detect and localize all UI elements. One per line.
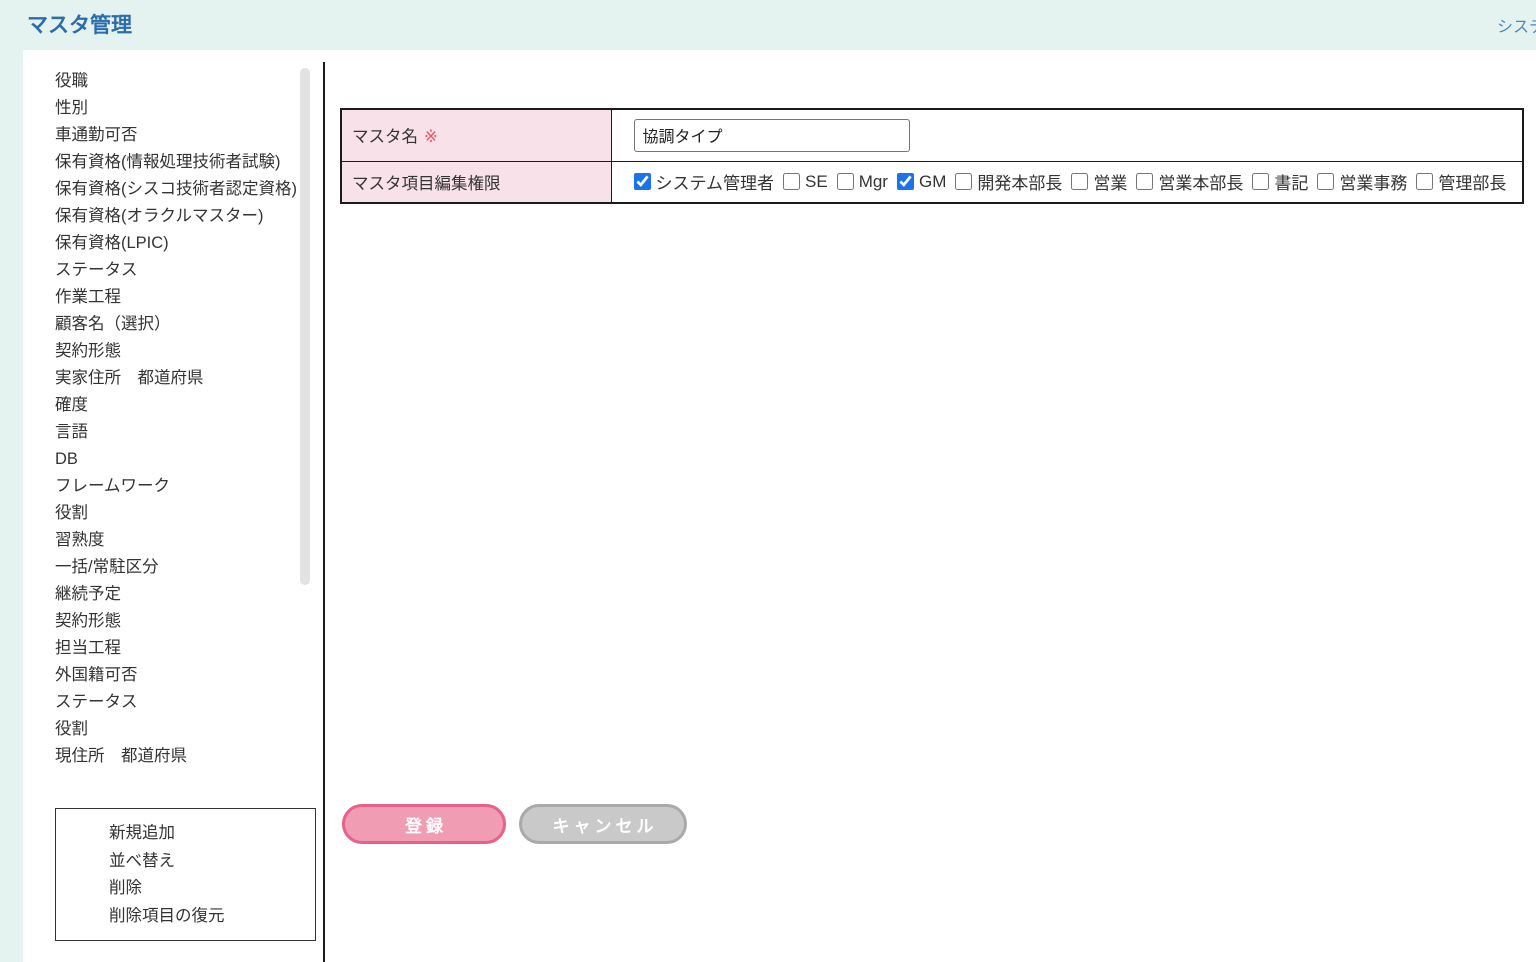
master-category-item[interactable]: 役割 [55, 500, 307, 527]
master-name-value-cell [611, 109, 1523, 161]
permission-checkbox[interactable] [634, 173, 651, 190]
permission-option[interactable]: 営業 [1071, 169, 1127, 194]
master-category-item[interactable]: 契約形態 [55, 608, 307, 635]
required-mark: ※ [424, 128, 438, 146]
permission-label: 書記 [1274, 169, 1308, 194]
master-name-row: マスタ名 ※ [341, 109, 1523, 161]
master-category-item[interactable]: 顧客名（選択） [55, 311, 307, 338]
permission-option[interactable]: SE [783, 172, 828, 192]
permission-checkbox[interactable] [1071, 173, 1088, 190]
permission-checkbox[interactable] [783, 173, 800, 190]
permission-checkbox[interactable] [897, 173, 914, 190]
permission-checkbox[interactable] [837, 173, 854, 190]
permission-checkbox[interactable] [955, 173, 972, 190]
permission-option[interactable]: 管理部長 [1416, 169, 1506, 194]
master-category-item[interactable]: 保有資格(オラクルマスター) [55, 203, 307, 230]
master-category-item[interactable]: ステータス [55, 257, 307, 284]
edit-permission-label-cell: マスタ項目編集権限 [341, 161, 611, 203]
master-category-list: 役職性別車通勤可否保有資格(情報処理技術者試験)保有資格(シスコ技術者認定資格)… [55, 68, 307, 790]
permission-checkbox[interactable] [1317, 173, 1334, 190]
permission-checkbox[interactable] [1136, 173, 1153, 190]
master-name-label: マスタ名 [352, 128, 418, 146]
sidebar-action-item[interactable]: 削除 [109, 875, 315, 903]
master-category-item[interactable]: フレームワーク [55, 473, 307, 500]
permission-label: 営業本部長 [1158, 169, 1243, 194]
permission-label: 営業 [1093, 169, 1127, 194]
sidebar-action-item[interactable]: 並べ替え [109, 848, 315, 876]
permission-option[interactable]: システム管理者 [634, 169, 775, 194]
master-category-item[interactable]: ステータス [55, 689, 307, 716]
master-category-item[interactable]: DB [55, 446, 307, 473]
permission-option[interactable]: 営業本部長 [1136, 169, 1243, 194]
edit-permission-value-cell: システム管理者 SE Mgr GM 開発本部長 [611, 161, 1523, 203]
permission-checkbox[interactable] [1252, 173, 1269, 190]
cancel-button[interactable]: キャンセル [519, 804, 687, 844]
master-name-label-cell: マスタ名 ※ [341, 109, 611, 161]
sidebar-action-item[interactable]: 削除項目の復元 [109, 903, 315, 931]
master-name-input[interactable] [634, 119, 910, 152]
master-category-item[interactable]: 契約形態 [55, 338, 307, 365]
permission-checkbox[interactable] [1416, 173, 1433, 190]
master-category-item[interactable]: 役職 [55, 68, 307, 95]
sidebar-action-item[interactable]: 新規追加 [109, 820, 315, 848]
sidebar-scrollbar-thumb[interactable] [300, 68, 310, 585]
permission-label: システム管理者 [656, 169, 775, 194]
permission-label: 管理部長 [1438, 169, 1506, 194]
edit-permission-row: マスタ項目編集権限 システム管理者 SE Mgr [341, 161, 1523, 203]
master-category-item[interactable]: 作業工程 [55, 284, 307, 311]
master-category-item[interactable]: 役割 [55, 716, 307, 743]
master-category-item[interactable]: 確度 [55, 392, 307, 419]
permission-checkbox-list: システム管理者 SE Mgr GM 開発本部長 [634, 169, 1523, 194]
permission-label: GM [919, 172, 946, 192]
master-category-item[interactable]: 保有資格(情報処理技術者試験) [55, 149, 307, 176]
permission-label: 開発本部長 [977, 169, 1062, 194]
master-category-item[interactable]: 言語 [55, 419, 307, 446]
permission-option[interactable]: Mgr [837, 172, 888, 192]
permission-option[interactable]: GM [897, 172, 946, 192]
top-right-user-link[interactable]: システム管理者 [1497, 13, 1536, 37]
master-category-item[interactable]: 外国籍可否 [55, 662, 307, 689]
master-management-page: マスタ管理 システム管理者 役職性別車通勤可否保有資格(情報処理技術者試験)保有… [0, 0, 1536, 962]
master-category-item[interactable]: 車通勤可否 [55, 122, 307, 149]
master-category-item[interactable]: 一括/常駐区分 [55, 554, 307, 581]
permission-label: 営業事務 [1339, 169, 1407, 194]
permission-label: SE [805, 172, 828, 192]
master-category-item[interactable]: 実家住所 都道府県 [55, 365, 307, 392]
master-edit-form: マスタ名 ※ マスタ項目編集権限 システム管理者 SE [340, 108, 1524, 204]
edit-permission-label: マスタ項目編集権限 [352, 175, 501, 193]
master-category-item[interactable]: 現住所 都道府県 [55, 743, 307, 770]
master-category-item[interactable]: 担当工程 [55, 635, 307, 662]
vertical-divider [323, 62, 325, 962]
permission-option[interactable]: 書記 [1252, 169, 1308, 194]
master-category-item[interactable]: 保有資格(シスコ技術者認定資格) [55, 176, 307, 203]
master-category-item[interactable]: 継続予定 [55, 581, 307, 608]
page-title: マスタ管理 [27, 9, 132, 39]
sidebar-action-menu: 新規追加並べ替え削除削除項目の復元 [55, 808, 316, 941]
master-category-item[interactable]: 保有資格(LPIC) [55, 230, 307, 257]
permission-option[interactable]: 営業事務 [1317, 169, 1407, 194]
content-panel: 役職性別車通勤可否保有資格(情報処理技術者試験)保有資格(シスコ技術者認定資格)… [23, 50, 1536, 962]
submit-button[interactable]: 登録 [342, 804, 506, 844]
master-category-item[interactable]: 習熟度 [55, 527, 307, 554]
master-category-item[interactable]: 性別 [55, 95, 307, 122]
permission-option[interactable]: 開発本部長 [955, 169, 1062, 194]
permission-label: Mgr [859, 172, 888, 192]
